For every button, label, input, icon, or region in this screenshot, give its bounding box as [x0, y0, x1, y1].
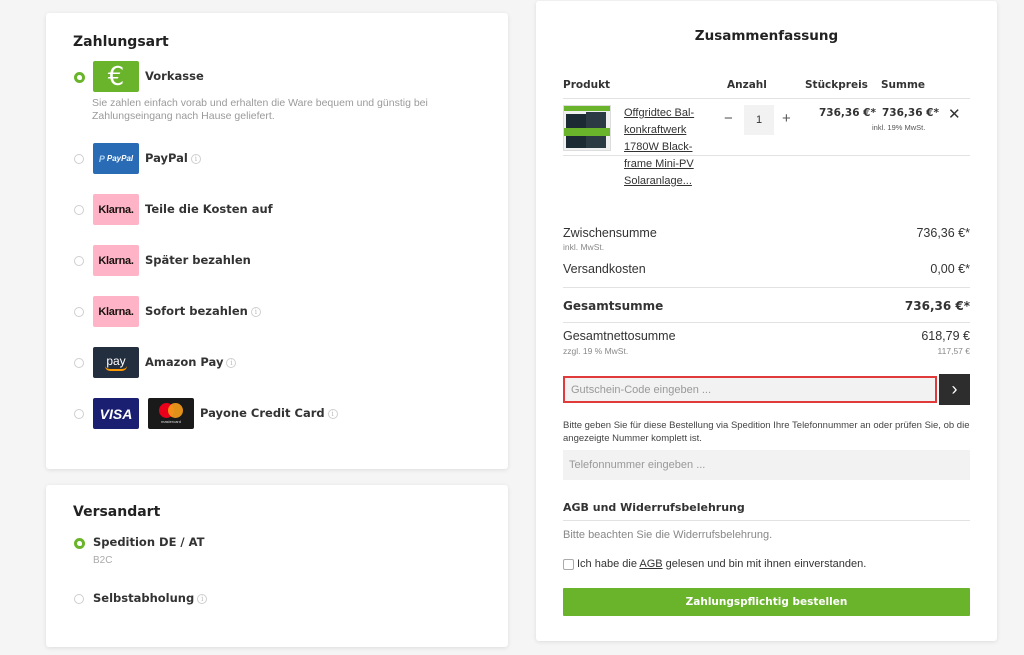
qty-input[interactable]: 1	[744, 105, 774, 135]
radio-klarna-now[interactable]	[74, 307, 84, 317]
payment-label-amazon-pay: Amazon Pay	[145, 355, 224, 369]
mastercard-logo-text: mastercard	[160, 419, 181, 424]
header-total: Summe	[881, 79, 926, 91]
mastercard-logo: mastercard	[148, 398, 194, 429]
phone-note: Bitte geben Sie für diese Bestellung via…	[563, 420, 970, 444]
agb-text: Bitte beachten Sie die Widerrufsbelehrun…	[563, 529, 773, 541]
product-name-link[interactable]: Offgridtec Bal-konkraftwerk 1780W Black-…	[624, 105, 704, 190]
summary-title: Zusammenfassung	[694, 28, 839, 44]
subtotal-label: Zwischensumme	[563, 226, 657, 240]
payment-option-klarna-now[interactable]: Klarna. Sofort bezahlen i	[46, 296, 508, 328]
shipping-cost-label: Versandkosten	[563, 262, 646, 276]
shipping-label-pickup: Selbstabholung	[93, 591, 195, 605]
klarna-logo: Klarna.	[93, 296, 139, 327]
divider	[563, 520, 970, 521]
visa-logo: VISA	[93, 398, 139, 429]
payment-method-title: Zahlungsart	[73, 34, 169, 50]
net-total-sub: zzgl. 19 % MwSt.	[563, 346, 629, 356]
payment-label-klarna-later: Später bezahlen	[145, 253, 251, 267]
klarna-logo: Klarna.	[93, 245, 139, 276]
radio-spedition[interactable]	[74, 538, 85, 549]
info-icon[interactable]: i	[226, 358, 237, 368]
radio-pickup[interactable]	[74, 594, 84, 604]
subtotal-value: 736,36 €*	[916, 226, 970, 240]
paypal-logo-text: PayPal	[106, 154, 134, 163]
qty-decrease-button[interactable]: −	[724, 110, 733, 127]
payment-option-klarna-installments[interactable]: Klarna. Teile die Kosten auf	[46, 194, 508, 226]
remove-item-icon[interactable]: ✕	[948, 105, 961, 123]
radio-amazon-pay[interactable]	[74, 358, 84, 368]
net-tax-value: 117,57 €	[937, 346, 970, 356]
agb-check-post: gelesen und bin mit ihnen einverstanden.	[662, 558, 867, 570]
info-icon[interactable]: i	[327, 409, 338, 419]
payment-label-vorkasse: Vorkasse	[145, 69, 204, 83]
agb-check-pre: Ich habe die	[577, 558, 640, 570]
radio-credit-card[interactable]	[74, 409, 84, 419]
grand-total-value: 736,36 €*	[904, 299, 970, 313]
agb-checkbox-label: Ich habe die AGB gelesen und bin mit ihn…	[577, 558, 866, 570]
line-total: 736,36 €*	[882, 107, 939, 119]
grand-total-label: Gesamtsumme	[563, 299, 664, 313]
payment-description-vorkasse: Sie zahlen einfach vorab und erhalten di…	[92, 97, 428, 122]
paypal-logo: P PayPal	[93, 143, 139, 174]
line-tax-note: inkl. 19% MwSt.	[872, 123, 926, 132]
info-icon[interactable]: i	[197, 594, 208, 604]
voucher-code-input[interactable]	[563, 376, 937, 403]
product-image[interactable]	[563, 105, 611, 151]
chevron-right-icon: ›	[951, 379, 958, 399]
divider	[563, 322, 970, 323]
divider	[563, 98, 970, 99]
radio-paypal[interactable]	[74, 154, 84, 164]
payment-method-card: Zahlungsart € Vorkasse Sie zahlen einfac…	[46, 13, 508, 469]
qty-increase-button[interactable]: +	[782, 110, 791, 127]
euro-icon: €	[93, 61, 139, 92]
net-total-value: 618,79 €	[921, 329, 970, 343]
radio-klarna-later[interactable]	[74, 256, 84, 266]
payment-label-klarna-installments: Teile die Kosten auf	[145, 202, 273, 216]
payment-option-paypal[interactable]: P PayPal PayPal i	[46, 143, 508, 175]
info-icon[interactable]: i	[190, 154, 201, 164]
order-summary-card: Zusammenfassung Produkt Anzahl Stückprei…	[536, 1, 997, 641]
payment-option-amazon-pay[interactable]: pay Amazon Pay i	[46, 347, 508, 379]
header-unit-price: Stückpreis	[805, 79, 868, 91]
payment-option-credit-card[interactable]: VISA mastercard Payone Credit Card i	[46, 398, 508, 430]
divider	[563, 287, 970, 288]
agb-checkbox[interactable]	[563, 559, 574, 570]
phone-input[interactable]	[563, 450, 970, 480]
shipping-label-spedition: Spedition DE / AT	[93, 535, 205, 549]
shipping-method-title: Versandart	[73, 504, 161, 520]
payment-option-vorkasse[interactable]: € Vorkasse	[46, 61, 508, 93]
payment-label-klarna-now: Sofort bezahlen	[145, 304, 248, 318]
divider	[563, 155, 970, 156]
agb-title: AGB und Widerrufsbelehrung	[563, 501, 745, 514]
radio-klarna-installments[interactable]	[74, 205, 84, 215]
header-product: Produkt	[563, 79, 611, 91]
agb-link[interactable]: AGB	[639, 558, 662, 570]
place-order-button[interactable]: Zahlungspflichtig bestellen	[563, 588, 970, 616]
shipping-sub-spedition: B2C	[93, 555, 113, 566]
amazon-smile-icon	[105, 366, 127, 371]
amazon-pay-logo: pay	[93, 347, 139, 378]
radio-vorkasse[interactable]	[74, 72, 85, 83]
unit-price: 736,36 €*	[819, 107, 876, 119]
payment-option-klarna-later[interactable]: Klarna. Später bezahlen	[46, 245, 508, 277]
voucher-submit-button[interactable]: ›	[939, 374, 970, 405]
shipping-method-card: Versandart Spedition DE / AT B2C Selbsta…	[46, 485, 508, 647]
net-total-label: Gesamtnettosumme	[563, 329, 676, 343]
info-icon[interactable]: i	[250, 307, 261, 317]
klarna-logo: Klarna.	[93, 194, 139, 225]
payment-label-paypal: PayPal	[145, 151, 188, 165]
subtotal-sub: inkl. MwSt.	[563, 242, 605, 252]
payment-label-credit-card: Payone Credit Card	[200, 406, 325, 420]
header-qty: Anzahl	[727, 79, 767, 91]
shipping-cost-value: 0,00 €*	[930, 262, 970, 276]
